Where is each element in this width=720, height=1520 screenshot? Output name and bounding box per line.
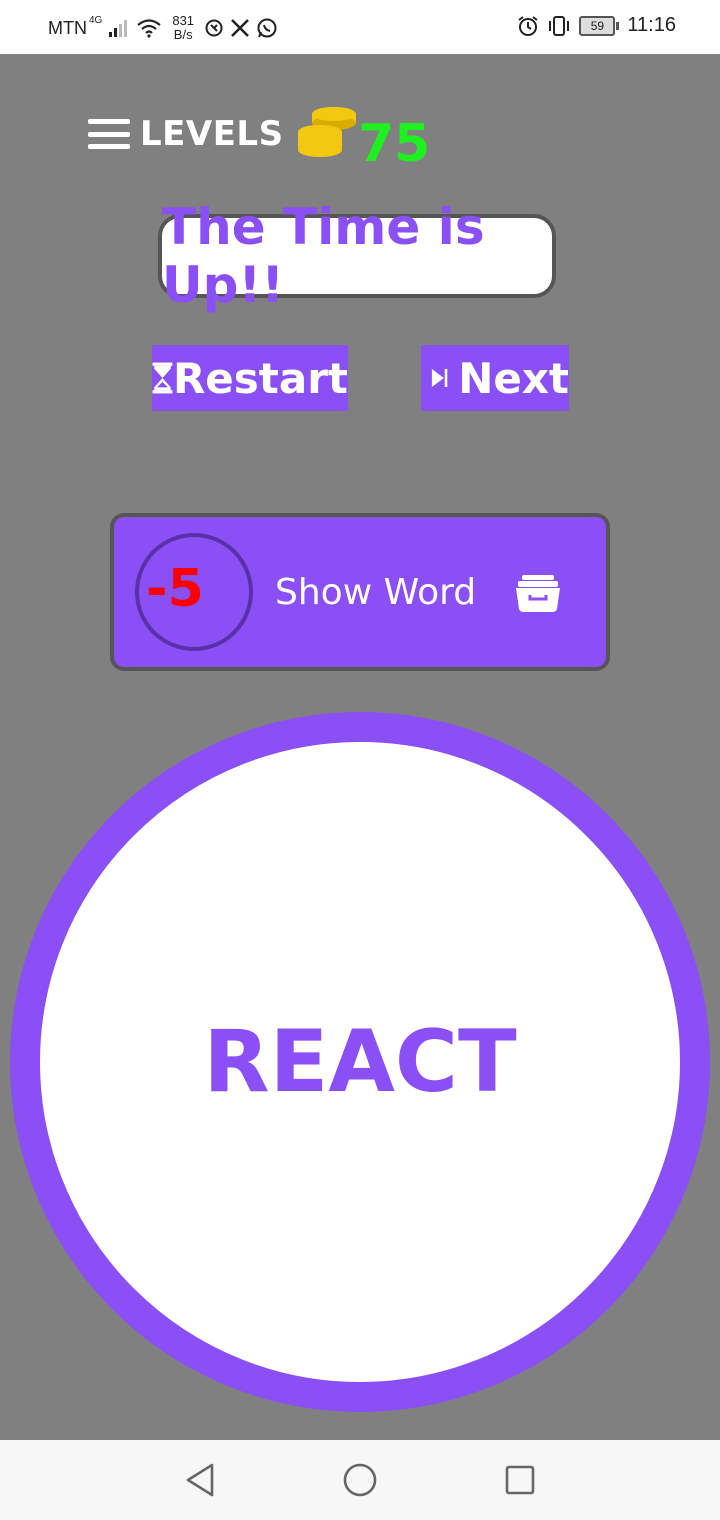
restart-button[interactable]: Restart (152, 345, 348, 411)
network-speed-value: 831 (172, 13, 195, 28)
battery-icon: 59 (579, 15, 620, 36)
network-speed: 831 B/s (172, 14, 194, 42)
network-speed-unit: B/s (173, 27, 193, 42)
coin-balance: 75 (296, 94, 430, 174)
vibrate-icon (549, 15, 570, 36)
status-bar: MTN 4G 831 B/s 59 11:16 (0, 0, 720, 54)
alarm-icon (518, 15, 539, 36)
status-message: The Time is Up!! (158, 198, 556, 314)
recents-square-icon[interactable] (504, 1464, 536, 1496)
next-button[interactable]: Next (421, 345, 569, 411)
signal-icon (109, 20, 128, 37)
current-word: REACT (203, 1012, 517, 1112)
restart-label: Restart (172, 353, 348, 403)
show-word-button[interactable]: -5 Show Word (110, 513, 610, 671)
system-navigation-bar (0, 1440, 720, 1520)
status-message-text: The Time is Up!! (162, 198, 485, 314)
word-circle: REACT (10, 712, 710, 1412)
hourglass-icon (152, 362, 173, 394)
status-bar-left: MTN 4G 831 B/s (48, 14, 278, 42)
clock: 11:16 (627, 14, 676, 36)
status-bar-right: 59 11:16 (517, 14, 676, 37)
game-screen: LEVELS 75 The Time is Up!! Restart Next … (0, 54, 720, 1440)
x-app-icon (231, 19, 249, 37)
levels-menu-button[interactable]: LEVELS (88, 114, 284, 154)
hamburger-menu-icon (88, 119, 130, 149)
sync-icon (205, 19, 223, 37)
battery-level: 59 (590, 18, 605, 33)
whatsapp-icon (257, 18, 277, 38)
coin-count: 75 (358, 114, 431, 174)
coin-stack-icon (298, 107, 356, 157)
network-type: 4G (89, 14, 103, 26)
back-triangle-icon[interactable] (184, 1462, 216, 1498)
home-circle-icon[interactable] (342, 1462, 378, 1498)
next-label: Next (458, 353, 569, 403)
carrier-name: MTN (48, 17, 87, 38)
skip-next-icon (431, 368, 448, 388)
levels-label: LEVELS (140, 114, 284, 154)
wifi-icon (137, 19, 162, 38)
hint-cost: -5 (146, 559, 204, 619)
archive-box-icon (516, 575, 560, 612)
show-word-label: Show Word (275, 572, 477, 613)
